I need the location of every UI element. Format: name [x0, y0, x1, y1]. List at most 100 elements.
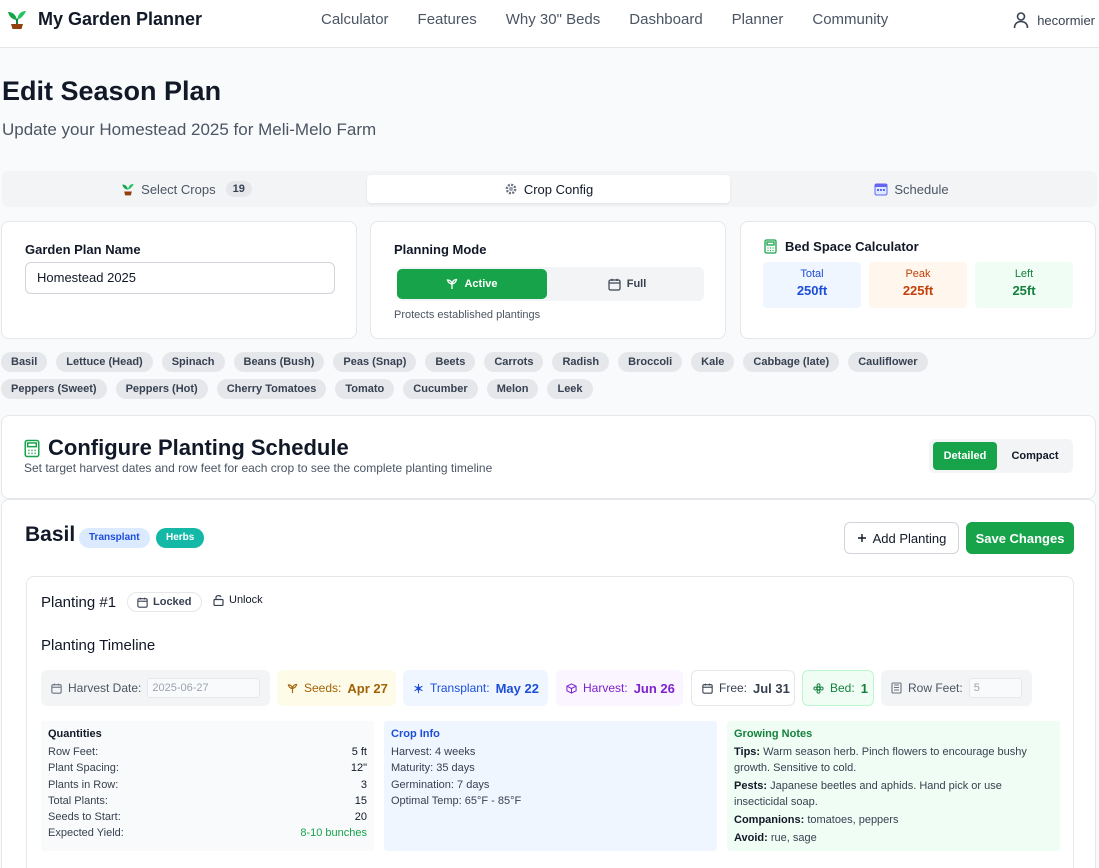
nav-why-30-beds[interactable]: Why 30" Beds [506, 11, 601, 28]
quantity-value: 15 [354, 794, 367, 807]
bed-value: 1 [860, 680, 868, 696]
avoid-note: Avoid: rue, sage [734, 830, 1053, 846]
avoid-key: Avoid: [734, 832, 768, 844]
crop-chip[interactable]: Radish [552, 352, 610, 372]
crop-chip[interactable]: Cabbage (late) [743, 352, 840, 372]
view-detailed-button[interactable]: Detailed [933, 442, 997, 470]
mode-active-label: Active [464, 278, 498, 290]
user-icon [1013, 11, 1029, 29]
mode-full-button[interactable]: Full [552, 269, 702, 299]
crop-chip[interactable]: Basil [1, 352, 48, 372]
tab-schedule[interactable]: Schedule [730, 175, 1093, 203]
crop-chip[interactable]: Spinach [161, 352, 225, 372]
tab-crop-config[interactable]: Crop Config [367, 175, 730, 203]
stat-peak: Peak 225ft [869, 262, 967, 308]
stat-total-value: 250ft [796, 283, 828, 298]
configure-title: Configure Planting Schedule [48, 435, 349, 460]
ruler-icon [891, 682, 902, 694]
harvest-window-pill: Harvest: Jun 26 [556, 670, 683, 706]
quantity-row: Total Plants: 15 [48, 793, 367, 809]
crop-info-line: Optimal Temp: 65°F - 85°F [391, 794, 522, 807]
crop-count-badge: 19 [225, 181, 252, 197]
row-feet-input[interactable]: 5 [968, 678, 1022, 698]
quantity-value: 5 ft [351, 746, 367, 758]
row-feet-label: Row Feet: [908, 681, 963, 695]
crop-chip[interactable]: Broccoli [618, 352, 683, 372]
sprout-icon [121, 182, 135, 196]
stat-peak-value: 225ft [902, 283, 934, 298]
crop-chip[interactable]: Beets [425, 352, 476, 372]
sprout-icon [446, 278, 458, 290]
crop-chip[interactable]: Carrots [484, 352, 544, 372]
nav-dashboard[interactable]: Dashboard [629, 11, 702, 28]
unlock-button[interactable]: Unlock [213, 594, 263, 606]
free-value: Jul 31 [753, 680, 790, 696]
harvest-date-input[interactable]: 2025-06-27 [147, 678, 260, 698]
save-changes-button[interactable]: Save Changes [966, 522, 1074, 554]
seeds-value: Apr 27 [347, 680, 388, 696]
stat-peak-label: Peak [905, 268, 931, 280]
crop-info-line: Harvest: 4 weeks [391, 746, 476, 758]
quantity-row: Expected Yield: 8-10 bunches [48, 825, 367, 841]
crop-chip[interactable]: Melon [486, 379, 539, 399]
free-date-pill: Free: Jul 31 [691, 670, 795, 706]
add-planting-button[interactable]: Add Planting [844, 522, 959, 554]
configure-title-row: Configure Planting Schedule [24, 435, 349, 461]
seeds-date-pill: Seeds: Apr 27 [277, 670, 396, 706]
calendar-icon [874, 182, 888, 196]
calendar-icon [608, 278, 621, 291]
nav-calculator[interactable]: Calculator [321, 11, 389, 28]
crop-chip[interactable]: Tomato [335, 379, 395, 399]
crop-chip[interactable]: Cauliflower [848, 352, 928, 372]
seeds-label: Seeds: [304, 681, 342, 695]
unlock-icon [213, 594, 224, 606]
app-logo[interactable]: My Garden Planner [6, 8, 202, 30]
pests-key: Pests: [734, 780, 768, 792]
plan-name-input[interactable]: Homestead 2025 [25, 262, 335, 294]
planning-mode-note: Protects established plantings [394, 309, 541, 321]
crop-chip[interactable]: Cucumber [403, 379, 478, 399]
crop-chip[interactable]: Peppers (Hot) [115, 379, 208, 399]
transplant-date-pill: Transplant: May 22 [403, 670, 548, 706]
view-compact-button[interactable]: Compact [1001, 442, 1069, 470]
nav-features[interactable]: Features [418, 11, 477, 28]
crop-chip[interactable]: Peppers (Sweet) [1, 379, 107, 399]
planting-title: Planting #1 [41, 594, 117, 611]
mode-full-label: Full [626, 278, 647, 290]
crop-name: Basil [25, 523, 76, 546]
nav-community[interactable]: Community [812, 11, 888, 28]
crop-chip[interactable]: Kale [691, 352, 735, 372]
snowflake-icon [413, 683, 424, 694]
crop-info-line: Maturity: 35 days [391, 762, 475, 775]
crop-chip[interactable]: Peas (Snap) [333, 352, 417, 372]
crop-chip[interactable]: Beans (Bush) [233, 352, 325, 372]
harvest-date-label: Harvest Date: [68, 681, 142, 695]
crop-chip[interactable]: Cherry Tomatoes [216, 379, 327, 399]
configure-subtitle: Set target harvest dates and row feet fo… [24, 461, 493, 475]
nav-planner[interactable]: Planner [732, 11, 784, 28]
plan-tabs: Select Crops 19 Crop Config Schedule [2, 171, 1097, 207]
mode-active-button[interactable]: Active [397, 269, 547, 299]
transplant-value: May 22 [495, 680, 539, 696]
quantity-value: 8-10 bunches [300, 827, 367, 840]
quantity-key: Expected Yield: [48, 827, 124, 840]
flower-icon [813, 682, 824, 694]
selected-crops-list: Basil Lettuce (Head) Spinach Beans (Bush… [1, 352, 1031, 399]
crop-chip[interactable]: Lettuce (Head) [56, 352, 153, 372]
companions-note: Companions: tomatoes, peppers [734, 812, 1053, 828]
bed-space-header: Bed Space Calculator [764, 239, 919, 254]
harvest-value: Jun 26 [633, 680, 675, 696]
quantity-row: Plants in Row: 3 [48, 777, 367, 793]
calendar-icon [702, 683, 713, 694]
gear-icon [504, 182, 518, 196]
seedling-icon [287, 683, 298, 694]
box-icon [566, 682, 577, 694]
tab-label: Schedule [894, 181, 949, 197]
quantity-value: 12" [350, 762, 367, 775]
crop-chip[interactable]: Leek [547, 379, 593, 399]
stat-total-label: Total [800, 268, 824, 280]
bed-space-card: Bed Space Calculator Total 250ft Peak 22… [740, 221, 1096, 339]
tab-select-crops[interactable]: Select Crops 19 [6, 175, 367, 203]
user-menu[interactable]: hecormier [1013, 11, 1095, 29]
companions-key: Companions: [734, 814, 805, 826]
